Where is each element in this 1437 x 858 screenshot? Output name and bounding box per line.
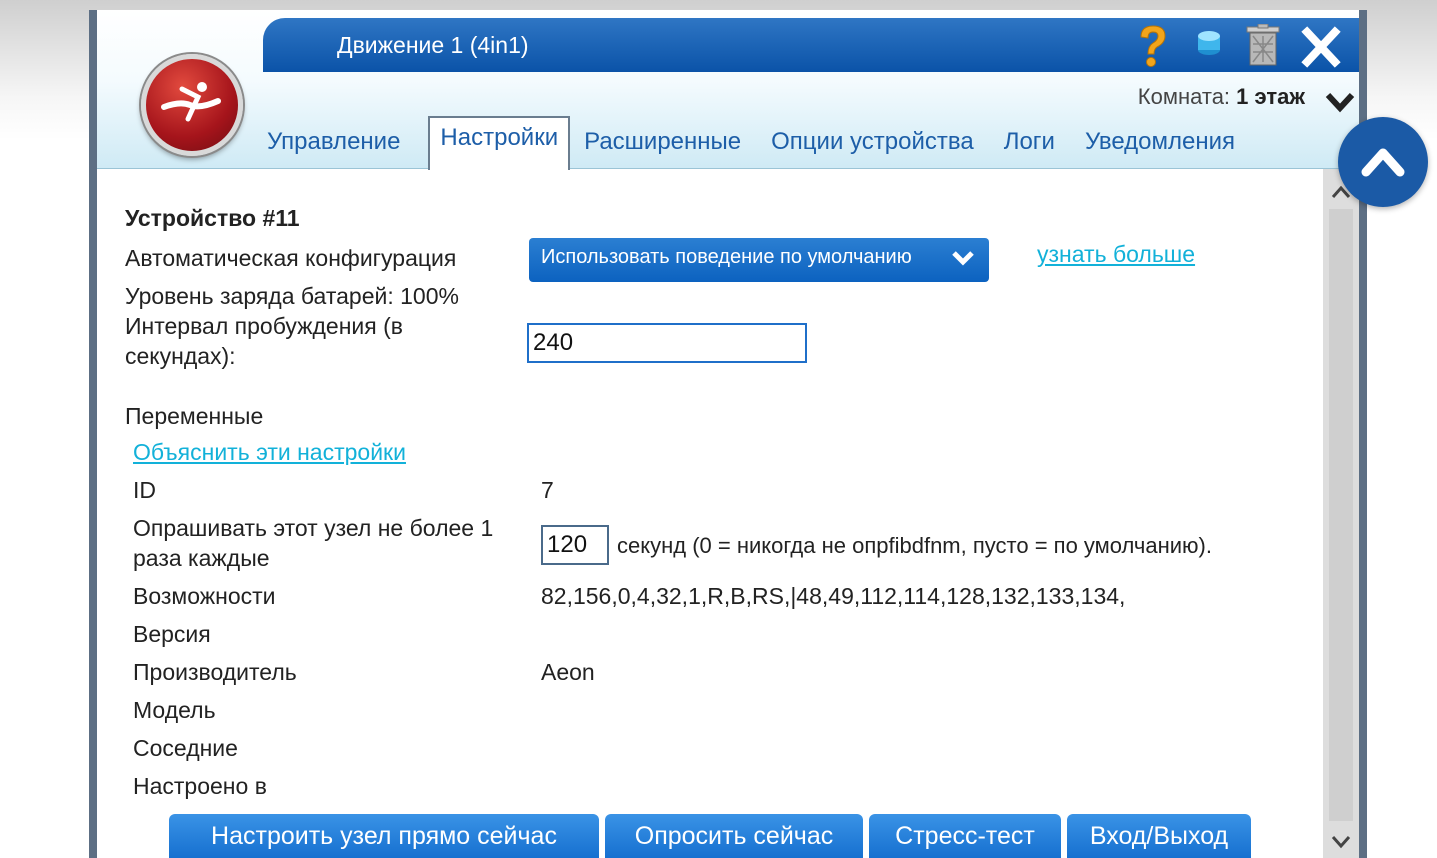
room-indicator[interactable]: Комната: 1 этаж bbox=[1138, 84, 1305, 110]
capabilities-value: 82,156,0,4,32,1,R,B,RS,|48,49,112,114,12… bbox=[541, 583, 1126, 609]
battery-level: Уровень заряда батарей: 100% bbox=[125, 283, 459, 309]
device-dialog: Движение 1 (4in1) Комната: 1 этаж Управл… bbox=[89, 10, 1367, 858]
chevron-down-icon bbox=[951, 248, 975, 274]
auto-config-select[interactable]: Использовать поведение по умолчанию bbox=[529, 238, 989, 282]
inout-button[interactable]: Вход/Выход bbox=[1067, 814, 1251, 858]
tab-settings[interactable]: Настройки bbox=[428, 116, 571, 170]
room-chevron-down-icon[interactable] bbox=[1325, 90, 1355, 119]
database-icon[interactable] bbox=[1191, 24, 1231, 66]
room-label: Комната: bbox=[1137, 84, 1231, 109]
tab-notifications[interactable]: Уведомления bbox=[1083, 118, 1251, 168]
tab-advanced[interactable]: Расширенные bbox=[582, 118, 757, 168]
poll-interval-input[interactable] bbox=[541, 525, 609, 565]
variables-heading: Переменные bbox=[125, 403, 264, 429]
vertical-scrollbar[interactable] bbox=[1323, 169, 1359, 858]
device-heading: Устройство #11 bbox=[125, 205, 300, 231]
tab-control[interactable]: Управление bbox=[265, 118, 416, 168]
help-icon[interactable] bbox=[1133, 24, 1173, 67]
wakeup-label-line2: секундах): bbox=[125, 343, 236, 369]
manufacturer-value: Aeon bbox=[541, 659, 595, 685]
explain-settings-link[interactable]: Объяснить эти настройки bbox=[133, 439, 406, 466]
poll-now-button[interactable]: Опросить сейчас bbox=[605, 814, 863, 858]
tab-logs[interactable]: Логи bbox=[1002, 118, 1071, 168]
chevron-up-icon bbox=[1361, 148, 1405, 177]
poll-label-line1: Опрашивать этот узел не более 1 bbox=[133, 515, 494, 541]
id-label: ID bbox=[133, 477, 156, 503]
title-bar: Движение 1 (4in1) bbox=[263, 18, 1359, 72]
tab-bar: Управление Настройки Расширенные Опции у… bbox=[265, 116, 1263, 170]
scroll-to-top-button[interactable] bbox=[1338, 117, 1428, 207]
model-label: Модель bbox=[133, 697, 216, 723]
close-icon[interactable] bbox=[1301, 24, 1341, 68]
scroll-down-arrow-icon[interactable] bbox=[1329, 833, 1353, 856]
auto-config-label: Автоматическая конфигурация bbox=[125, 245, 457, 271]
app-logo-icon bbox=[141, 54, 243, 156]
stress-test-button[interactable]: Стресс-тест bbox=[869, 814, 1061, 858]
dialog-title: Движение 1 (4in1) bbox=[337, 32, 529, 58]
auto-config-value: Использовать поведение по умолчанию bbox=[541, 246, 912, 268]
neighbors-label: Соседние bbox=[133, 735, 238, 761]
room-value: 1 этаж bbox=[1236, 84, 1305, 109]
wakeup-label-line1: Интервал пробуждения (в bbox=[125, 313, 403, 339]
version-label: Версия bbox=[133, 621, 211, 647]
dialog-header: Движение 1 (4in1) Комната: 1 этаж Управл… bbox=[97, 10, 1359, 170]
manufacturer-label: Производитель bbox=[133, 659, 297, 685]
poll-label-line2: раза каждые bbox=[133, 545, 270, 571]
configured-label: Настроено в bbox=[133, 773, 267, 799]
tab-device-options[interactable]: Опции устройства bbox=[769, 118, 990, 168]
capabilities-label: Возможности bbox=[133, 583, 276, 609]
learn-more-link[interactable]: узнать больше bbox=[1037, 241, 1195, 268]
settings-panel: Устройство #11 Автоматическая конфигурац… bbox=[97, 169, 1323, 858]
wakeup-interval-input[interactable] bbox=[527, 323, 807, 363]
id-value: 7 bbox=[541, 477, 554, 503]
scrollbar-track[interactable] bbox=[1329, 209, 1353, 821]
poll-suffix: секунд (0 = никогда не опрfibdfnm, пусто… bbox=[617, 533, 1212, 558]
trash-icon[interactable] bbox=[1243, 23, 1283, 66]
configure-node-button[interactable]: Настроить узел прямо сейчас bbox=[169, 814, 599, 858]
